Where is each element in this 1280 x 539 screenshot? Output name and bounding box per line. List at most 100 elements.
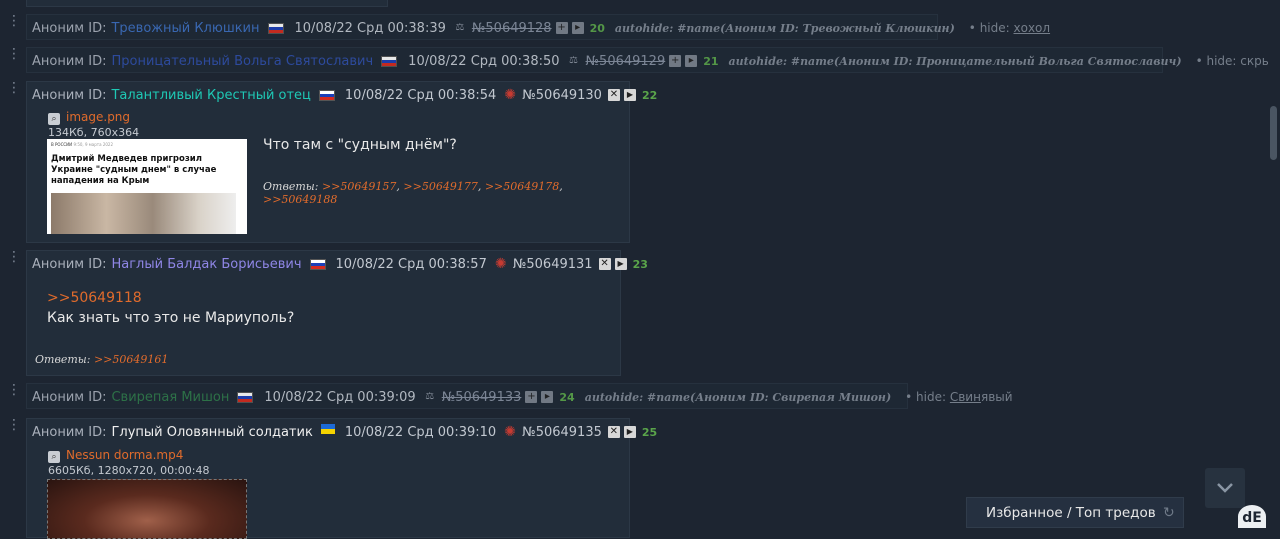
play-icon[interactable]: ▸ <box>571 22 584 34</box>
post-23: Аноним ID: Наглый Балдак Борисьевич 10/0… <box>26 250 648 376</box>
scrollbar[interactable] <box>1268 0 1280 528</box>
post-position: 23 <box>632 257 648 271</box>
post-number[interactable]: №50649130 <box>522 88 602 103</box>
flag-ru-icon <box>267 22 284 34</box>
reply-link[interactable]: >>50649157 <box>322 180 396 193</box>
thumb-headline: Дмитрий Медведев пригрозил Украине "судн… <box>51 154 217 186</box>
hide-reason-underlined[interactable]: Свин <box>950 390 981 404</box>
plus-icon[interactable]: + <box>555 22 568 34</box>
reply-link[interactable]: >>50649188 <box>263 193 337 206</box>
post-position: 21 <box>703 54 719 68</box>
post-position: 24 <box>559 390 575 404</box>
close-icon[interactable]: ✕ <box>598 258 611 270</box>
hide-reason-rest: явый <box>980 390 1013 404</box>
post-number[interactable]: №50649133 <box>442 390 522 405</box>
close-icon[interactable]: ✕ <box>607 89 620 101</box>
plus-icon[interactable]: + <box>669 55 682 67</box>
flag-ru-icon <box>309 258 326 270</box>
favorites-panel[interactable]: Избранное / Топ тредов ↻ <box>966 497 1184 528</box>
dots-icon[interactable]: ⋮ <box>7 382 21 398</box>
flag-ua-icon <box>320 424 335 434</box>
flag-ru-icon <box>381 55 398 67</box>
poster-name: Талантливый Крестный отец <box>111 87 311 103</box>
file-name[interactable]: image.png <box>66 110 130 124</box>
file-name[interactable]: Nessun dorma.mp4 <box>66 448 183 462</box>
poster-name: Тревожный Клюшкин <box>111 20 260 36</box>
reply-link[interactable]: >>50649178 <box>485 180 559 193</box>
autohide-note: autohide: #name(Аноним ID: Тревожный Клю… <box>614 21 955 35</box>
file-info: ⌕ Nessun dorma.mp4 6605Кб, 1280x720, 00:0… <box>48 448 209 477</box>
chevron-down-icon <box>1217 483 1233 493</box>
autohide-note: autohide: #name(Аноним ID: Проницательны… <box>728 54 1182 68</box>
play-icon[interactable]: ▶ <box>623 426 636 438</box>
post-text: Как знать что это не Мариуполь? <box>47 310 295 326</box>
post-label: Аноним ID: <box>32 389 107 405</box>
video-thumbnail[interactable] <box>47 479 247 539</box>
dots-icon[interactable]: ⋮ <box>7 249 21 265</box>
ban-icon[interactable]: ⚖ <box>568 55 580 67</box>
report-icon[interactable]: ✺ <box>504 88 520 102</box>
post-position: 25 <box>641 425 658 439</box>
file-info: ⌕ image.png 134Кб, 760x364 <box>48 110 139 139</box>
post-24: Аноним ID: Свирепая Мишон 10/08/22 Срд 0… <box>26 383 1013 409</box>
play-icon[interactable]: ▸ <box>685 55 698 67</box>
image-thumbnail[interactable]: В РОССИИ 9:50, 9 марта 2022 Дмитрий Медв… <box>47 139 247 234</box>
dots-icon[interactable]: ⋮ <box>7 13 21 29</box>
play-icon[interactable]: ▶ <box>614 258 627 270</box>
replies: Ответы: >>50649157, >>50649177, >>506491… <box>263 180 563 206</box>
ban-icon[interactable]: ⚖ <box>454 22 466 34</box>
report-icon[interactable]: ✺ <box>495 257 511 271</box>
post-number[interactable]: №50649128 <box>472 21 552 36</box>
post-label: Аноним ID: <box>32 424 107 440</box>
previous-post-remnant <box>26 0 388 7</box>
play-icon[interactable]: ▸ <box>541 391 554 403</box>
ban-icon[interactable]: ⚖ <box>424 391 436 403</box>
replies: Ответы: >>50649161 <box>35 353 169 366</box>
flag-ru-icon <box>237 391 254 403</box>
dollchan-logo-icon[interactable]: dE <box>1238 505 1266 528</box>
close-icon[interactable]: ✕ <box>607 426 620 438</box>
hide-reason[interactable]: хохол <box>1014 21 1051 35</box>
thumb-rubric: В РОССИИ 9:50, 9 марта 2022 <box>51 142 114 147</box>
post-20: Аноним ID: Тревожный Клюшкин 10/08/22 Ср… <box>26 14 1050 40</box>
flag-ru-icon <box>318 89 335 101</box>
post-number[interactable]: №50649129 <box>586 54 666 69</box>
dots-icon[interactable]: ⋮ <box>7 417 21 433</box>
hide-note: • hide: Свинявый <box>905 390 1013 404</box>
favorites-label[interactable]: Избранное / Топ тредов <box>986 505 1156 521</box>
refresh-icon[interactable]: ↻ <box>1163 505 1175 521</box>
thumb-photo <box>51 193 236 234</box>
reply-link[interactable]: >>50649161 <box>94 353 168 366</box>
poster-name: Свирепая Мишон <box>111 389 230 405</box>
post-21: Аноним ID: Проницательный Вольга Святосл… <box>26 47 1280 73</box>
post-position: 22 <box>641 88 658 102</box>
dots-icon[interactable]: ⋮ <box>7 80 21 96</box>
quote-link[interactable]: >>50649118 <box>47 290 142 306</box>
post-25: Аноним ID: Глупый Оловянный солдатик 10/… <box>26 418 657 539</box>
plus-icon[interactable]: + <box>525 391 538 403</box>
post-label: Аноним ID: <box>32 20 107 36</box>
poster-name: Глупый Оловянный солдатик <box>111 424 313 440</box>
post-date: 10/08/22 Срд 00:38:54 <box>344 87 497 103</box>
play-icon[interactable]: ▶ <box>623 89 636 101</box>
dots-icon[interactable]: ⋮ <box>7 46 21 62</box>
poster-name: Проницательный Вольга Святославич <box>111 53 374 69</box>
hide-note: • hide: хохол <box>968 21 1051 35</box>
scroll-down-button[interactable] <box>1205 468 1245 508</box>
post-number[interactable]: №50649131 <box>513 257 593 272</box>
post-number[interactable]: №50649135 <box>522 425 602 440</box>
autohide-note: autohide: #name(Аноним ID: Свирепая Мишо… <box>584 390 892 404</box>
reply-link[interactable]: >>50649177 <box>403 180 477 193</box>
post-date: 10/08/22 Срд 00:38:50 <box>408 53 560 69</box>
post-text: Что там с "судным днём"? <box>263 137 457 153</box>
magnifier-icon[interactable]: ⌕ <box>48 113 60 125</box>
post-label: Аноним ID: <box>32 256 107 272</box>
magnifier-icon[interactable]: ⌕ <box>48 451 60 463</box>
post-position: 20 <box>589 21 605 35</box>
post-label: Аноним ID: <box>32 53 107 69</box>
post-date: 10/08/22 Срд 00:39:10 <box>344 424 497 440</box>
report-icon[interactable]: ✺ <box>504 425 520 439</box>
post-label: Аноним ID: <box>32 87 107 103</box>
poster-name: Наглый Балдак Борисьевич <box>111 256 302 272</box>
scrollbar-thumb[interactable] <box>1270 106 1277 160</box>
